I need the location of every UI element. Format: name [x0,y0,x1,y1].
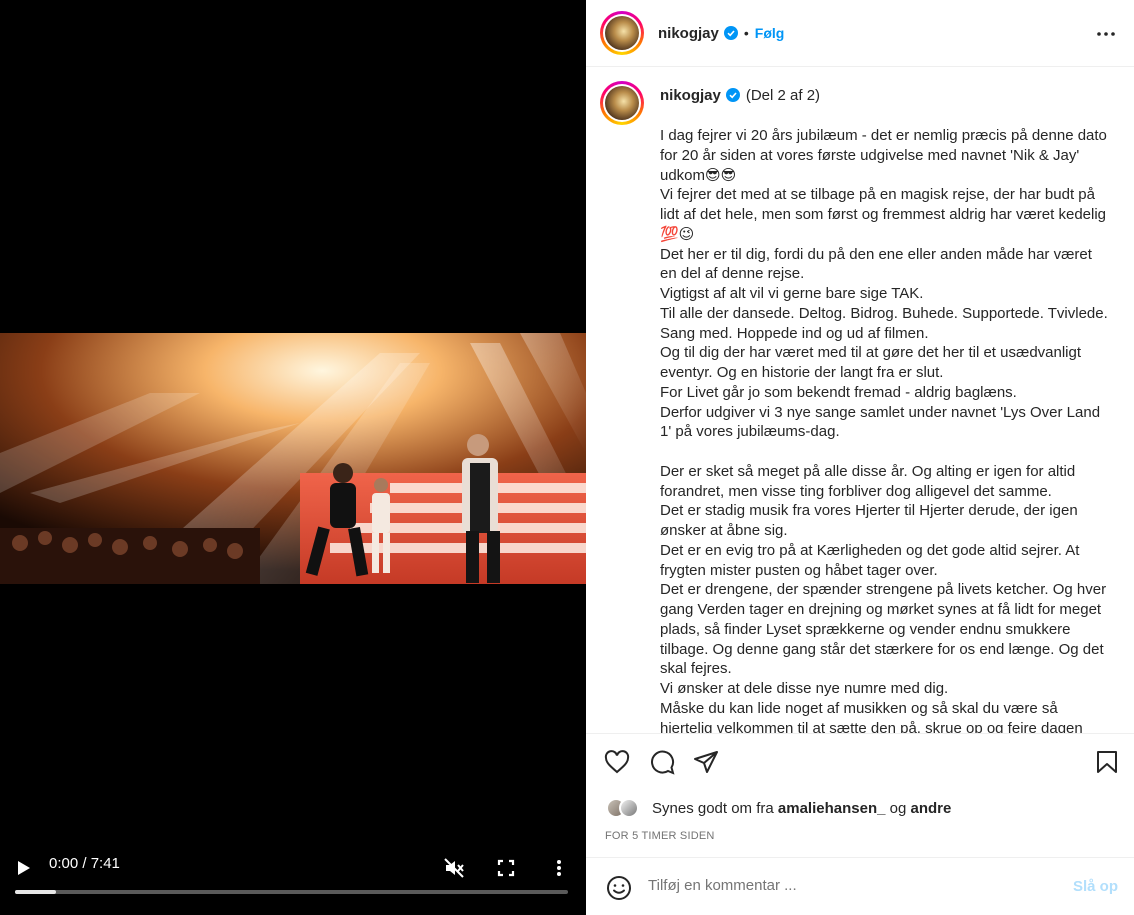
header-dot: • [743,25,749,41]
author-avatar[interactable] [600,11,644,55]
post-header: nikogjay • Følg [586,0,1134,67]
mute-button[interactable] [440,854,468,882]
emoji-button[interactable] [606,875,632,901]
comment-input[interactable] [648,877,1048,894]
caption-text: I dag fejrer vi 20 års jubilæum - det er… [660,127,1108,733]
post-options-button[interactable] [1094,22,1118,46]
video-progress-fill [15,890,57,894]
fullscreen-icon [497,859,515,877]
caption-username[interactable]: nikogjay [660,87,721,104]
liker-avatars[interactable] [606,796,642,820]
play-icon [18,861,30,875]
video-frame[interactable] [0,333,586,584]
author-username[interactable]: nikogjay [658,25,719,42]
comment-button[interactable] [648,748,676,776]
comment-icon [651,750,675,775]
post-comment-button[interactable]: Slå op [1073,878,1118,895]
bookmark-icon [1097,751,1117,773]
video-controls: 0:00 / 7:41 [0,840,586,915]
video-player[interactable]: 0:00 / 7:41 [0,0,586,915]
fullscreen-button[interactable] [492,854,520,882]
share-button[interactable] [692,748,720,776]
caption-part-label: (Del 2 af 2) [745,87,821,104]
video-time: 0:00 / 7:41 [49,855,120,872]
caption-header: nikogjay (Del 2 af 2) [660,87,820,105]
more-vertical-icon [557,860,561,876]
likes-prefix: Synes godt om fra [652,799,774,817]
likes-others-link[interactable]: andre [911,800,952,817]
likes-and: og [889,799,907,817]
caption-avatar[interactable] [600,81,644,125]
likes-user-link[interactable]: amaliehansen_ [778,800,886,817]
emoji-icon [607,876,631,900]
post-time-ago[interactable]: FOR 5 TIMER SIDEN [605,830,715,842]
play-button[interactable] [10,854,38,882]
more-horizontal-icon [1097,32,1115,36]
comment-box: Slå op [586,857,1134,915]
caption-area[interactable]: nikogjay (Del 2 af 2) I dag fejrer vi 20 … [586,67,1134,733]
heart-icon [604,750,630,774]
volume-muted-icon [444,858,464,878]
verified-badge-icon [725,88,740,102]
save-button[interactable] [1093,748,1121,776]
concert-scene-image [0,333,586,584]
post-side-panel: nikogjay • Følg nikogjay (Del 2 af 2) I dag… [586,0,1134,915]
video-progress-bar[interactable] [15,890,568,894]
verified-badge-icon [723,26,738,40]
post-actions: Synes godt om fra amaliehansen_ og andre… [586,733,1134,857]
likes-summary: Synes godt om fra amaliehansen_ og andre [606,796,951,820]
share-icon [694,751,718,773]
follow-button[interactable]: Følg [755,25,785,41]
video-more-button[interactable] [545,854,573,882]
like-button[interactable] [603,748,631,776]
